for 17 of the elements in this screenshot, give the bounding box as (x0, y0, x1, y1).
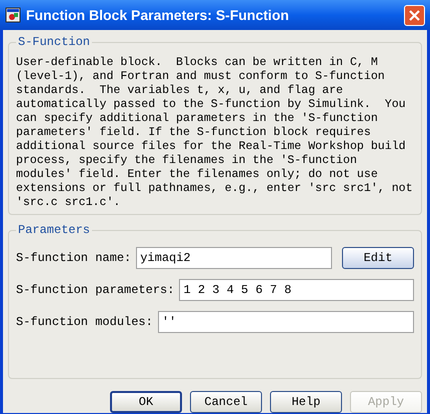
dialog-button[interactable]: Help (270, 391, 342, 413)
field-label: S-function name: (16, 250, 132, 267)
text-field[interactable]: yimaqi2 (136, 247, 332, 269)
description-text: User-definable block. Blocks can be written in C, M (level-1), and Fortran and must conform to S-function standards. The variables t, x, u, and flag are automatically passed to the S-function by Simulink. You can specify additional parameters in the 'S-function parameters' field. If the S-function block requires additional source files for the Real-Time Workshop build process, specify the filenames in the 'S-function modules' field. Enter the filenames only; do not use extensions or full pathnames, e.g., enter 'src src1', not 'src.c src1.c'. (16, 56, 414, 210)
close-button[interactable] (404, 4, 425, 26)
edit-button[interactable]: Edit (342, 247, 414, 269)
app-icon (5, 7, 21, 23)
group-title: Parameters (17, 222, 92, 239)
field-label: S-function parameters: (16, 282, 174, 299)
dialog-button[interactable]: Cancel (190, 391, 262, 413)
field-label: S-function modules: (16, 314, 153, 331)
text-field[interactable]: '' (158, 311, 414, 333)
dialog-button[interactable]: OK (110, 391, 182, 413)
close-icon (409, 10, 420, 20)
text-field[interactable]: 1 2 3 4 5 6 7 8 (179, 279, 414, 301)
group-title: S-Function (17, 34, 92, 51)
window-title: Function Block Parameters: S-Function (26, 6, 290, 24)
